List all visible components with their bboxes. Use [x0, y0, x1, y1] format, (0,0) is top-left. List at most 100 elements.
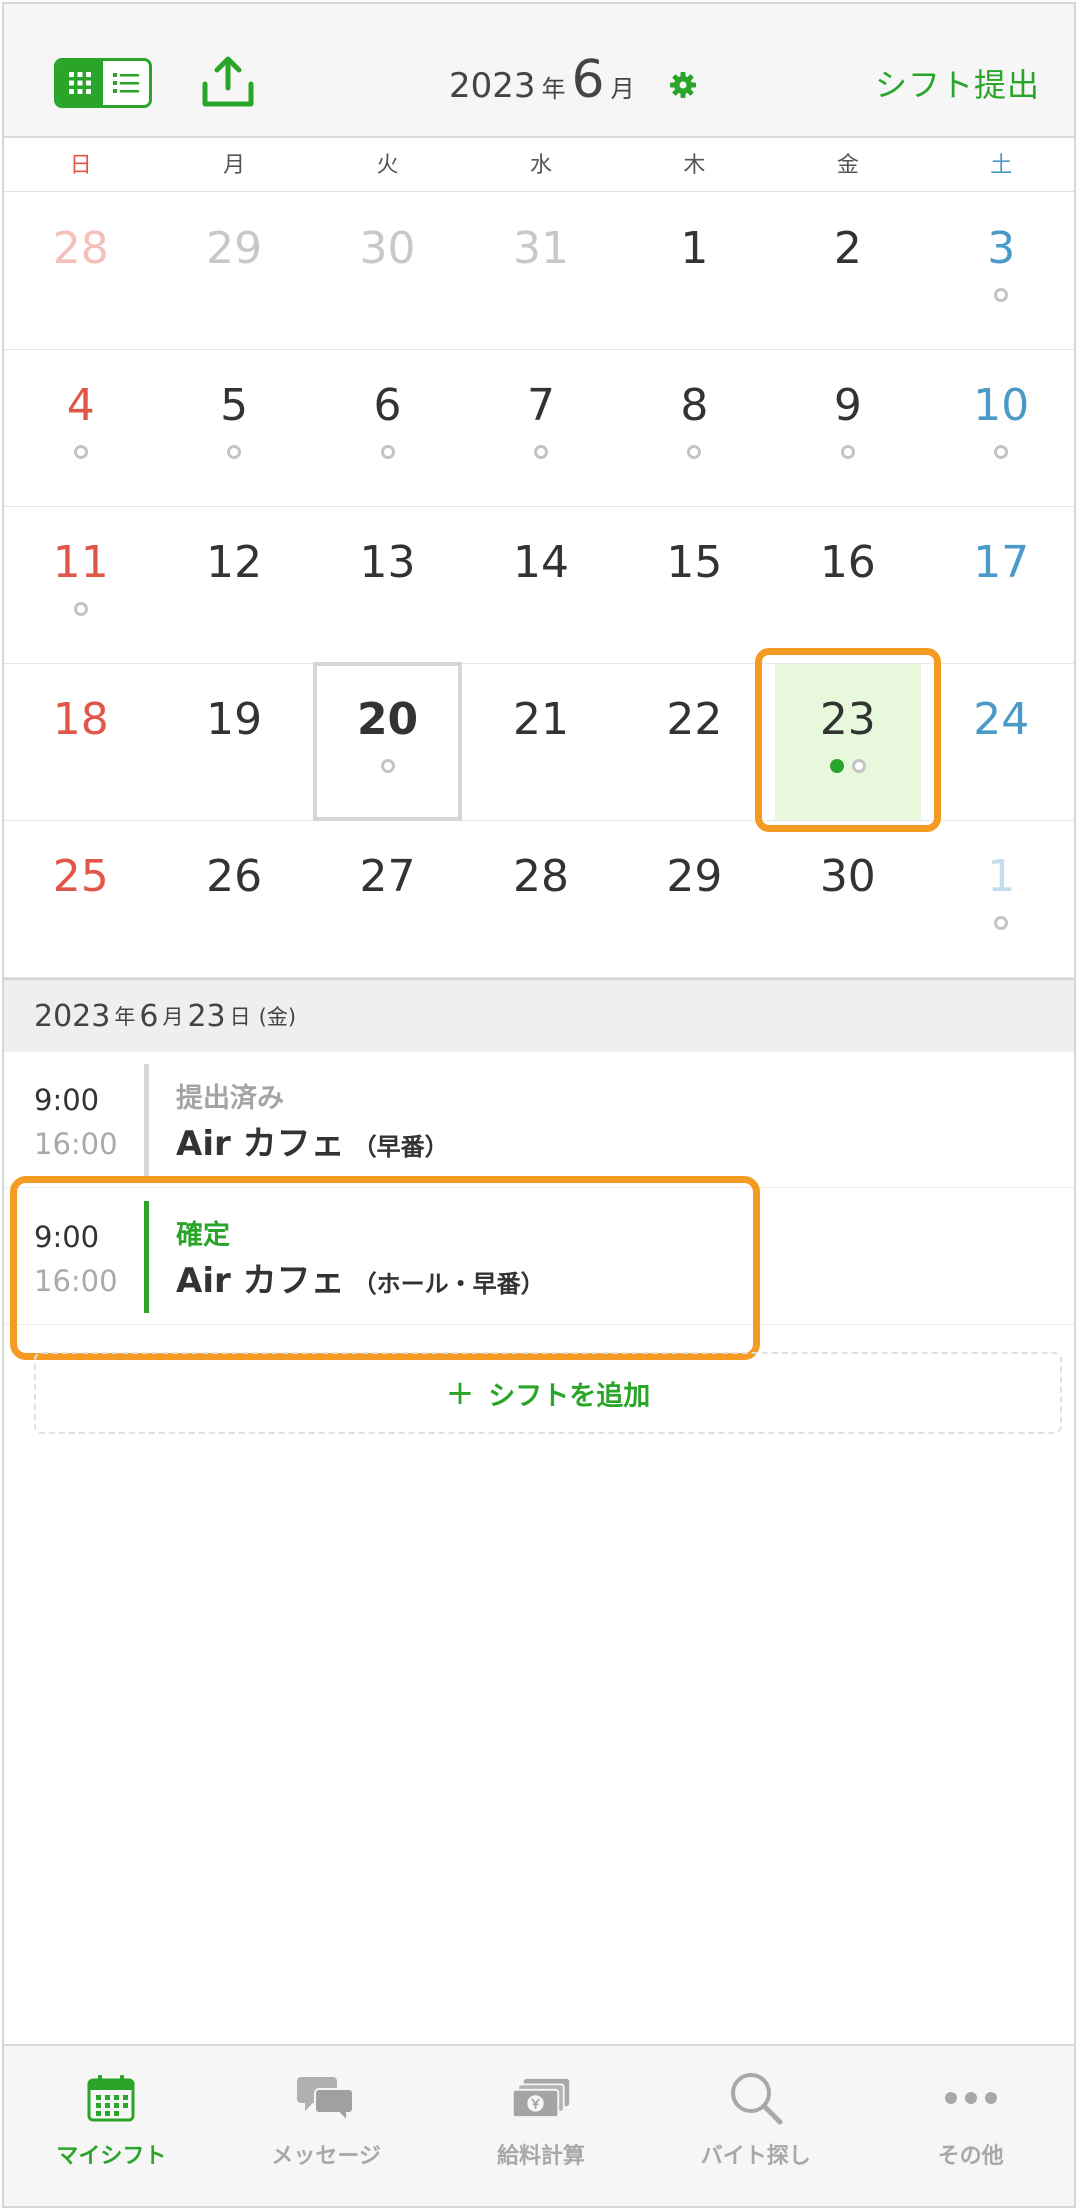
submitted-shift-dot — [73, 445, 88, 459]
calendar-day-selected[interactable]: 23 — [755, 648, 941, 832]
calendar-day[interactable]: 24 — [925, 664, 1074, 820]
day-number: 30 — [359, 223, 416, 274]
search-icon — [730, 2073, 783, 2125]
selected-day: 23 — [187, 998, 226, 1034]
list-icon — [113, 73, 139, 93]
calendar-day[interactable]: 28 — [464, 821, 617, 977]
calendar-day[interactable]: 25 — [4, 821, 157, 977]
view-toggle[interactable] — [54, 58, 152, 108]
submitted-shift-dot — [994, 916, 1009, 930]
shift-place-detail: （早番） — [352, 1133, 449, 1161]
calendar-day-today[interactable]: 20 — [311, 662, 464, 821]
add-shift-button[interactable]: + シフトを追加 — [34, 1352, 1062, 1434]
selected-year-suffix: 年 — [114, 1005, 136, 1029]
calendar-view-button[interactable] — [57, 61, 103, 105]
tab-label: メッセージ — [271, 2144, 381, 2169]
tab-messages[interactable]: メッセージ — [219, 2046, 434, 2206]
day-markers — [380, 444, 395, 460]
day-number: 28 — [52, 223, 109, 274]
header: 2023 年 6 月 シフト提出 — [4, 4, 1074, 138]
calendar-day[interactable]: 11 — [4, 507, 157, 663]
day-number: 9 — [833, 380, 862, 431]
day-number: 29 — [666, 851, 723, 902]
calendar-day[interactable]: 4 — [4, 350, 157, 506]
calendar-day[interactable]: 26 — [157, 821, 310, 977]
export-button[interactable] — [200, 54, 256, 110]
money-icon — [511, 2078, 570, 2118]
day-number: 20 — [356, 694, 419, 745]
gear-icon — [670, 72, 696, 98]
calendar-day[interactable]: 31 — [464, 193, 617, 349]
calendar-week: 18 19 20 21 22 23 24 — [4, 648, 1074, 832]
day-number: 22 — [666, 694, 723, 745]
day-number: 30 — [819, 851, 876, 902]
tab-salary[interactable]: 給料計算 — [434, 2046, 649, 2206]
submitted-shift-dot — [380, 759, 395, 773]
calendar-day[interactable]: 30 — [771, 821, 924, 977]
day-number: 15 — [666, 537, 723, 588]
day-number: 18 — [52, 694, 109, 745]
submitted-shift-dot — [73, 602, 88, 616]
tab-my-shift[interactable]: マイシフト — [4, 2046, 219, 2206]
selected-weekday: (金) — [258, 1005, 297, 1029]
submit-shift-link[interactable]: シフト提出 — [875, 60, 1040, 106]
upload-icon — [202, 56, 254, 107]
day-number: 3 — [987, 223, 1016, 274]
calendar-day[interactable]: 19 — [157, 664, 310, 820]
calendar-day[interactable]: 14 — [464, 507, 617, 663]
day-number: 5 — [220, 380, 249, 431]
day-number: 6 — [373, 380, 402, 431]
day-number: 13 — [359, 537, 416, 588]
calendar-day[interactable]: 2 — [771, 193, 924, 349]
shift-place-name: Air カフェ — [176, 1124, 345, 1164]
calendar-day[interactable]: 7 — [464, 350, 617, 506]
calendar-day[interactable]: 10 — [925, 350, 1074, 506]
tab-other[interactable]: その他 — [863, 2046, 1074, 2206]
calendar-day[interactable]: 15 — [618, 507, 771, 663]
day-markers — [687, 444, 702, 460]
calendar-day[interactable]: 5 — [157, 350, 310, 506]
weekday-header: 日 月 火 水 木 金 土 — [4, 140, 1074, 192]
grid-icon — [69, 72, 91, 94]
weekday-label: 木 — [683, 153, 706, 178]
chat-icon — [297, 2077, 355, 2123]
calendar-day[interactable]: 28 — [4, 193, 157, 349]
day-number: 24 — [973, 694, 1030, 745]
calendar-day[interactable]: 18 — [4, 664, 157, 820]
tab-bar: マイシフト メッセージ 給料計算 バイト探し その他 — [4, 2044, 1074, 2206]
calendar-day[interactable]: 29 — [618, 821, 771, 977]
settings-button[interactable] — [668, 70, 698, 100]
shift-status: 提出済み — [176, 1083, 284, 1114]
calendar-day[interactable]: 9 — [771, 350, 924, 506]
calendar-day[interactable]: 1 — [925, 821, 1074, 977]
day-markers — [533, 444, 548, 460]
calendar-day[interactable]: 17 — [925, 507, 1074, 663]
month-title: 2023 年 6 月 — [449, 50, 641, 110]
calendar-week: 4 5 6 7 8 9 10 — [4, 350, 1074, 507]
selected-month: 6 — [139, 998, 159, 1034]
shift-status-bar — [144, 1064, 149, 1176]
shift-item-submitted[interactable]: 9:00 16:00 提出済み Air カフェ （早番） — [4, 1052, 1074, 1188]
calendar-day[interactable]: 29 — [157, 193, 310, 349]
day-number: 19 — [206, 694, 263, 745]
calendar-day[interactable]: 12 — [157, 507, 310, 663]
day-number: 12 — [206, 537, 263, 588]
calendar-day[interactable]: 1 — [618, 193, 771, 349]
selected-year: 2023 — [34, 998, 111, 1034]
calendar-week: 28 29 30 31 1 2 3 — [4, 193, 1074, 350]
day-number: 1 — [680, 223, 709, 274]
tab-job-search[interactable]: バイト探し — [648, 2046, 863, 2206]
calendar-day[interactable]: 8 — [618, 350, 771, 506]
list-view-button[interactable] — [103, 61, 149, 105]
calendar-day[interactable]: 3 — [925, 193, 1074, 349]
calendar-day[interactable]: 6 — [311, 350, 464, 506]
tab-label: バイト探し — [700, 2144, 811, 2169]
calendar-day[interactable]: 30 — [311, 193, 464, 349]
calendar-day[interactable]: 22 — [618, 664, 771, 820]
shift-end-time: 16:00 — [34, 1127, 118, 1161]
calendar-day[interactable]: 13 — [311, 507, 464, 663]
day-number: 17 — [973, 537, 1030, 588]
calendar-day[interactable]: 21 — [464, 664, 617, 820]
calendar-day[interactable]: 27 — [311, 821, 464, 977]
calendar-day[interactable]: 16 — [771, 507, 924, 663]
